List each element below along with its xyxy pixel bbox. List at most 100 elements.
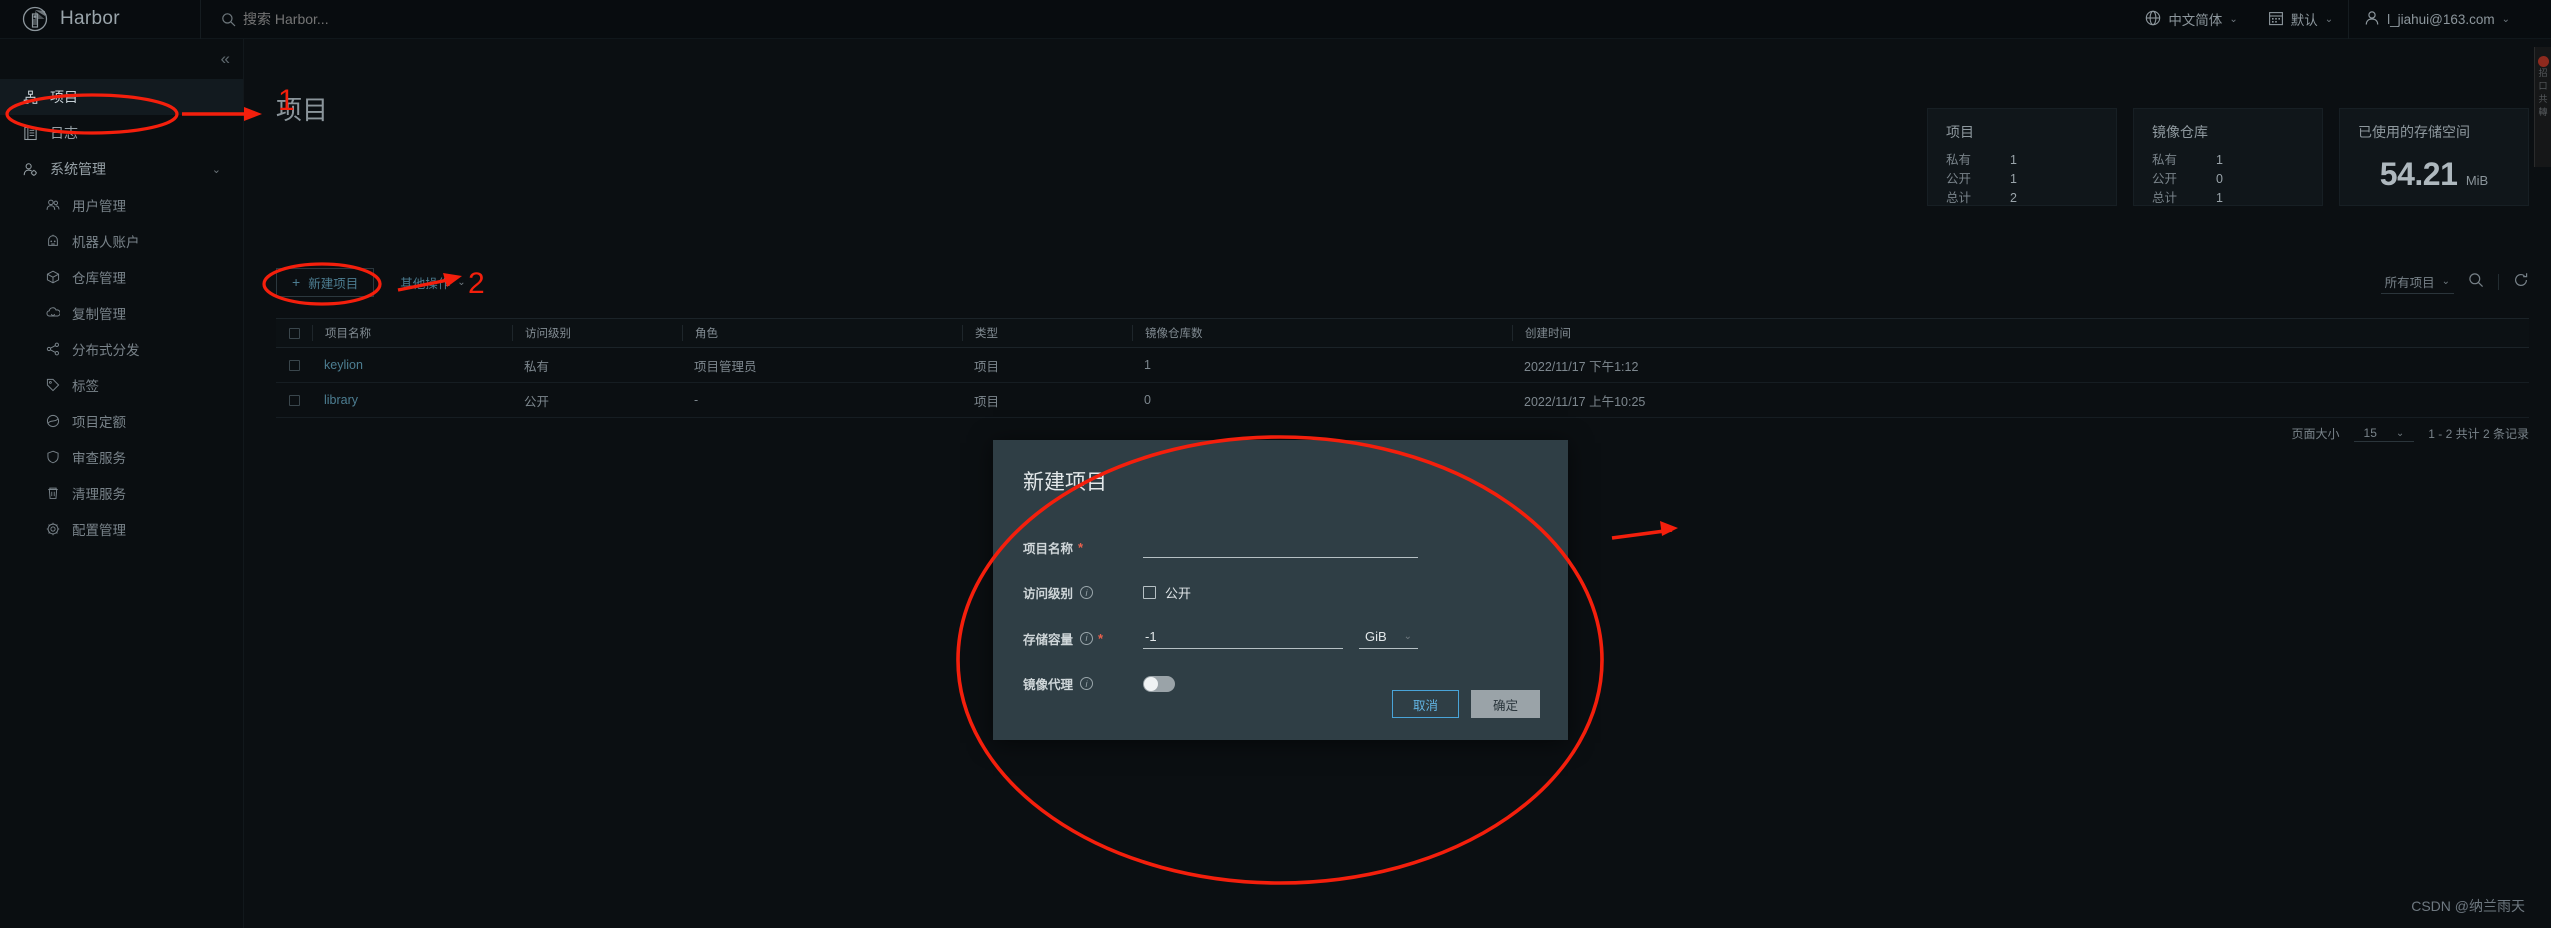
sidebar-item-projects[interactable]: 项目 xyxy=(0,79,243,115)
storage-quota-label: 存储容量 i * xyxy=(1023,629,1143,648)
new-project-button[interactable]: + 新建项目 xyxy=(276,267,375,297)
row-select-cell xyxy=(276,394,312,406)
cell-project-name: library xyxy=(312,393,512,407)
sidebar-item-registries[interactable]: 仓库管理 xyxy=(0,259,243,295)
column-header-access[interactable]: 访问级别 xyxy=(512,325,682,341)
language-selector[interactable]: 中文简体 ⌄ xyxy=(2130,0,2252,39)
project-filter-select[interactable]: 所有项目 ⌄ xyxy=(2380,270,2454,294)
toolbar-right: 所有项目 ⌄ xyxy=(2380,270,2529,294)
confirm-button[interactable]: 确定 xyxy=(1470,690,1540,718)
label-text: 存储容量 xyxy=(1023,632,1074,647)
global-search[interactable] xyxy=(201,11,2130,27)
stat-key: 公开 xyxy=(2152,172,2178,186)
cell-created-time: 2022/11/17 上午10:25 xyxy=(1524,394,1646,409)
table-row[interactable]: keylion 私有 项目管理员 项目 1 2022/11/17 下午1:12 xyxy=(276,348,2529,383)
column-header-repo-count[interactable]: 镜像仓库数 xyxy=(1132,325,1512,341)
search-icon[interactable] xyxy=(2468,272,2484,293)
chevron-down-icon[interactable]: ⌄ xyxy=(212,163,221,176)
chevron-down-icon: ⌄ xyxy=(2229,13,2238,25)
sidebar-item-replication[interactable]: 复制管理 xyxy=(0,295,243,331)
field-storage-quota: 存储容量 i * GiB ⌄ xyxy=(1023,627,1538,649)
stat-value: 1 xyxy=(2216,191,2223,205)
user-email: l_jiahui@163.com xyxy=(2387,11,2495,27)
calendar-icon xyxy=(2268,10,2291,29)
sidebar-item-label: 清理服务 xyxy=(72,487,126,502)
storage-unit-value: GiB xyxy=(1365,629,1387,644)
sidebar-item-interrogation-services[interactable]: 审查服务 xyxy=(0,439,243,475)
column-header-created[interactable]: 创建时间 xyxy=(1512,325,2529,341)
select-all-checkbox[interactable] xyxy=(288,327,300,339)
project-link[interactable]: library xyxy=(324,393,358,407)
storage-unit-select[interactable]: GiB ⌄ xyxy=(1359,627,1419,649)
column-header-type[interactable]: 类型 xyxy=(962,325,1132,341)
info-icon[interactable]: i xyxy=(1080,631,1094,645)
sidebar-item-label: 机器人账户 xyxy=(72,235,140,250)
stat-key: 公开 xyxy=(1946,172,1972,186)
label-icon xyxy=(44,378,61,392)
new-project-label: 新建项目 xyxy=(308,276,359,291)
cell-access-level: 公开 xyxy=(524,394,550,409)
project-link[interactable]: keylion xyxy=(324,358,363,372)
row-checkbox[interactable] xyxy=(288,359,300,371)
search-input[interactable] xyxy=(243,11,563,27)
page-size-select[interactable]: 15 ⌄ xyxy=(2353,425,2415,442)
sidebar-collapse-row: « xyxy=(0,39,243,79)
cancel-button[interactable]: 取消 xyxy=(1391,690,1459,718)
statistics-panel: 项目 私有 1 公开 1 总计 2 镜像仓库 私有 1 公开 0 总计 1 已使用的存储空间… xyxy=(1927,108,2529,206)
cell-role: 项目管理员 xyxy=(694,359,757,374)
stat-row: 私有 1 xyxy=(1946,151,2098,170)
sidebar-item-configuration[interactable]: 配置管理 xyxy=(0,511,243,547)
column-header-name[interactable]: 项目名称 xyxy=(312,325,512,341)
storage-quota-input[interactable] xyxy=(1143,627,1343,649)
sidebar-item-administration[interactable]: 系统管理 ⌄ xyxy=(0,151,243,187)
project-name-input[interactable] xyxy=(1143,536,1418,558)
chevron-down-icon: ⌄ xyxy=(2395,427,2405,439)
user-menu[interactable]: l_jiahui@163.com ⌄ xyxy=(2349,0,2525,39)
gc-icon xyxy=(44,486,61,500)
sidebar-item-labels[interactable]: 标签 xyxy=(0,367,243,403)
projects-icon xyxy=(22,90,39,105)
required-marker: * xyxy=(1098,630,1104,646)
stat-key: 总计 xyxy=(1946,191,1972,205)
sidebar-item-garbage-collection[interactable]: 清理服务 xyxy=(0,475,243,511)
sidebar-item-logs[interactable]: 日志 xyxy=(0,115,243,151)
watermark: CSDN @纳兰雨天 xyxy=(2411,898,2525,914)
sidebar-item-label: 审查服务 xyxy=(72,451,126,466)
column-header-role[interactable]: 角色 xyxy=(682,325,962,341)
stat-row: 总计 1 xyxy=(2152,189,2304,208)
sidebar-item-label: 系统管理 xyxy=(50,161,106,177)
theme-label: 默认 xyxy=(2290,13,2318,28)
sidebar-item-label: 分布式分发 xyxy=(72,343,140,358)
sidebar-item-users[interactable]: 用户管理 xyxy=(0,187,243,223)
stat-title: 镜像仓库 xyxy=(2152,124,2208,140)
info-icon[interactable]: i xyxy=(1080,586,1094,599)
collapse-sidebar-button[interactable]: « xyxy=(221,49,231,69)
info-icon[interactable]: i xyxy=(1080,677,1094,690)
row-select-cell xyxy=(276,359,312,371)
stat-card-repositories: 镜像仓库 私有 1 公开 0 总计 1 xyxy=(2133,108,2323,206)
sidebar-item-project-quotas[interactable]: 项目定额 xyxy=(0,403,243,439)
stat-row: 总计 2 xyxy=(1946,189,2098,208)
row-checkbox[interactable] xyxy=(288,394,300,406)
stat-value: 1 xyxy=(2216,153,2223,167)
sidebar-item-robot-accounts[interactable]: 机器人账户 xyxy=(0,223,243,259)
pagination: 页面大小 15 ⌄ 1 - 2 共计 2 条记录 xyxy=(2292,425,2529,442)
chevron-down-icon: ⌄ xyxy=(2441,276,2450,287)
refresh-icon[interactable] xyxy=(2513,272,2529,293)
stat-key: 私有 xyxy=(2152,153,2178,167)
page-size-value: 15 xyxy=(2363,426,2377,440)
stat-value: 0 xyxy=(2216,172,2223,186)
table-row[interactable]: library 公开 - 项目 0 2022/11/17 上午10:25 xyxy=(276,383,2529,418)
label-text: 镜像代理 xyxy=(1023,678,1074,692)
sidebar-item-label: 日志 xyxy=(50,125,78,141)
logs-icon xyxy=(22,126,39,141)
registry-icon xyxy=(44,270,61,284)
sidebar-item-distribution[interactable]: 分布式分发 xyxy=(0,331,243,367)
other-actions-dropdown[interactable]: 其他操作 ⌄ xyxy=(400,273,465,292)
brand[interactable]: Harbor xyxy=(0,6,200,32)
sidebar-item-label: 复制管理 xyxy=(72,307,126,322)
public-checkbox[interactable] xyxy=(1143,586,1156,599)
proxy-cache-toggle[interactable] xyxy=(1143,675,1175,692)
cell-project-name: keylion xyxy=(312,358,512,372)
theme-selector[interactable]: 默认 ⌄ xyxy=(2253,0,2348,39)
